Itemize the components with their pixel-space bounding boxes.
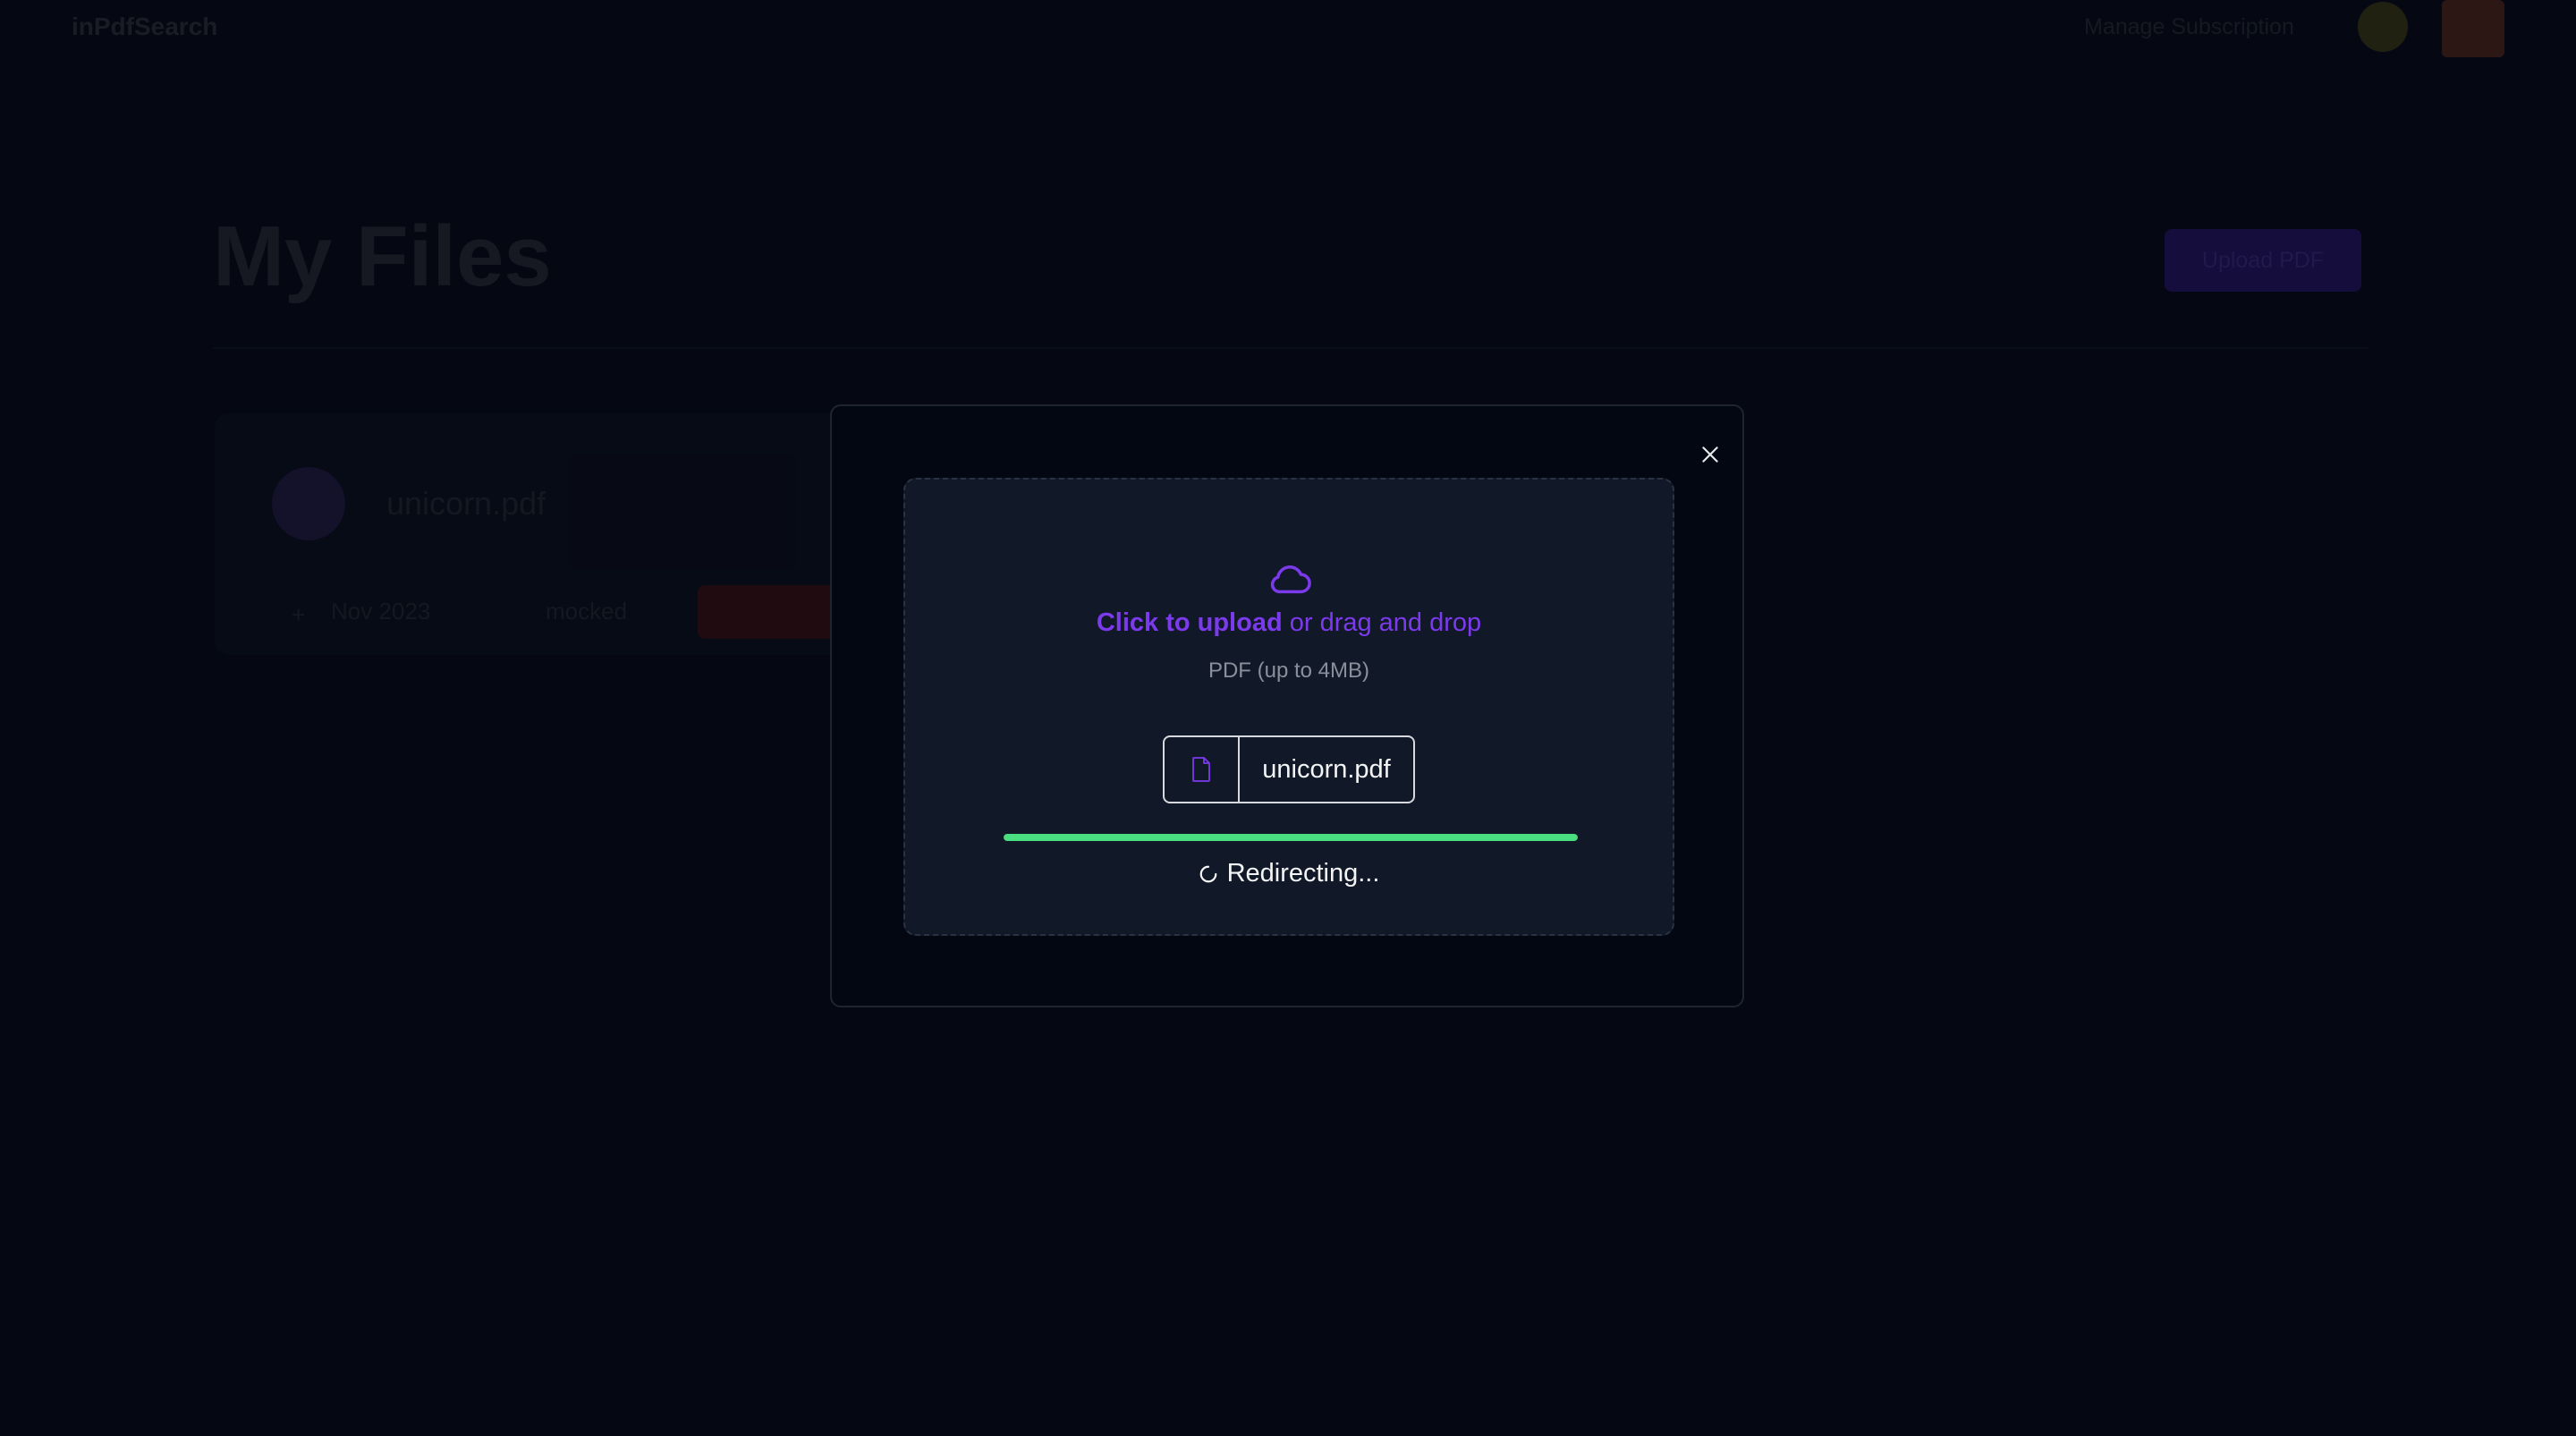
selected-file-chip: unicorn.pdf: [1163, 735, 1415, 803]
upload-instructions: Click to upload or drag and drop: [905, 608, 1673, 638]
drag-drop-text: or drag and drop: [1282, 608, 1482, 637]
upload-dropzone[interactable]: Click to upload or drag and drop PDF (up…: [903, 478, 1674, 936]
upload-progress-fill: [1004, 834, 1578, 841]
file-type-hint: PDF (up to 4MB): [1208, 659, 1370, 683]
spinner-icon: [1199, 865, 1216, 882]
status-text: Redirecting...: [1226, 859, 1380, 888]
upload-progress-bar: [1004, 834, 1578, 841]
upload-dialog: Click to upload or drag and drop PDF (up…: [830, 404, 1744, 1007]
close-button[interactable]: [1690, 435, 1730, 474]
close-icon: [1702, 446, 1718, 463]
cloud-icon: [1270, 565, 1311, 594]
file-icon-box: [1165, 737, 1240, 802]
upload-status: Redirecting...: [905, 859, 1673, 888]
click-to-upload-link[interactable]: Click to upload: [1097, 608, 1283, 637]
selected-file-name: unicorn.pdf: [1262, 754, 1391, 784]
file-icon: [1192, 757, 1210, 782]
